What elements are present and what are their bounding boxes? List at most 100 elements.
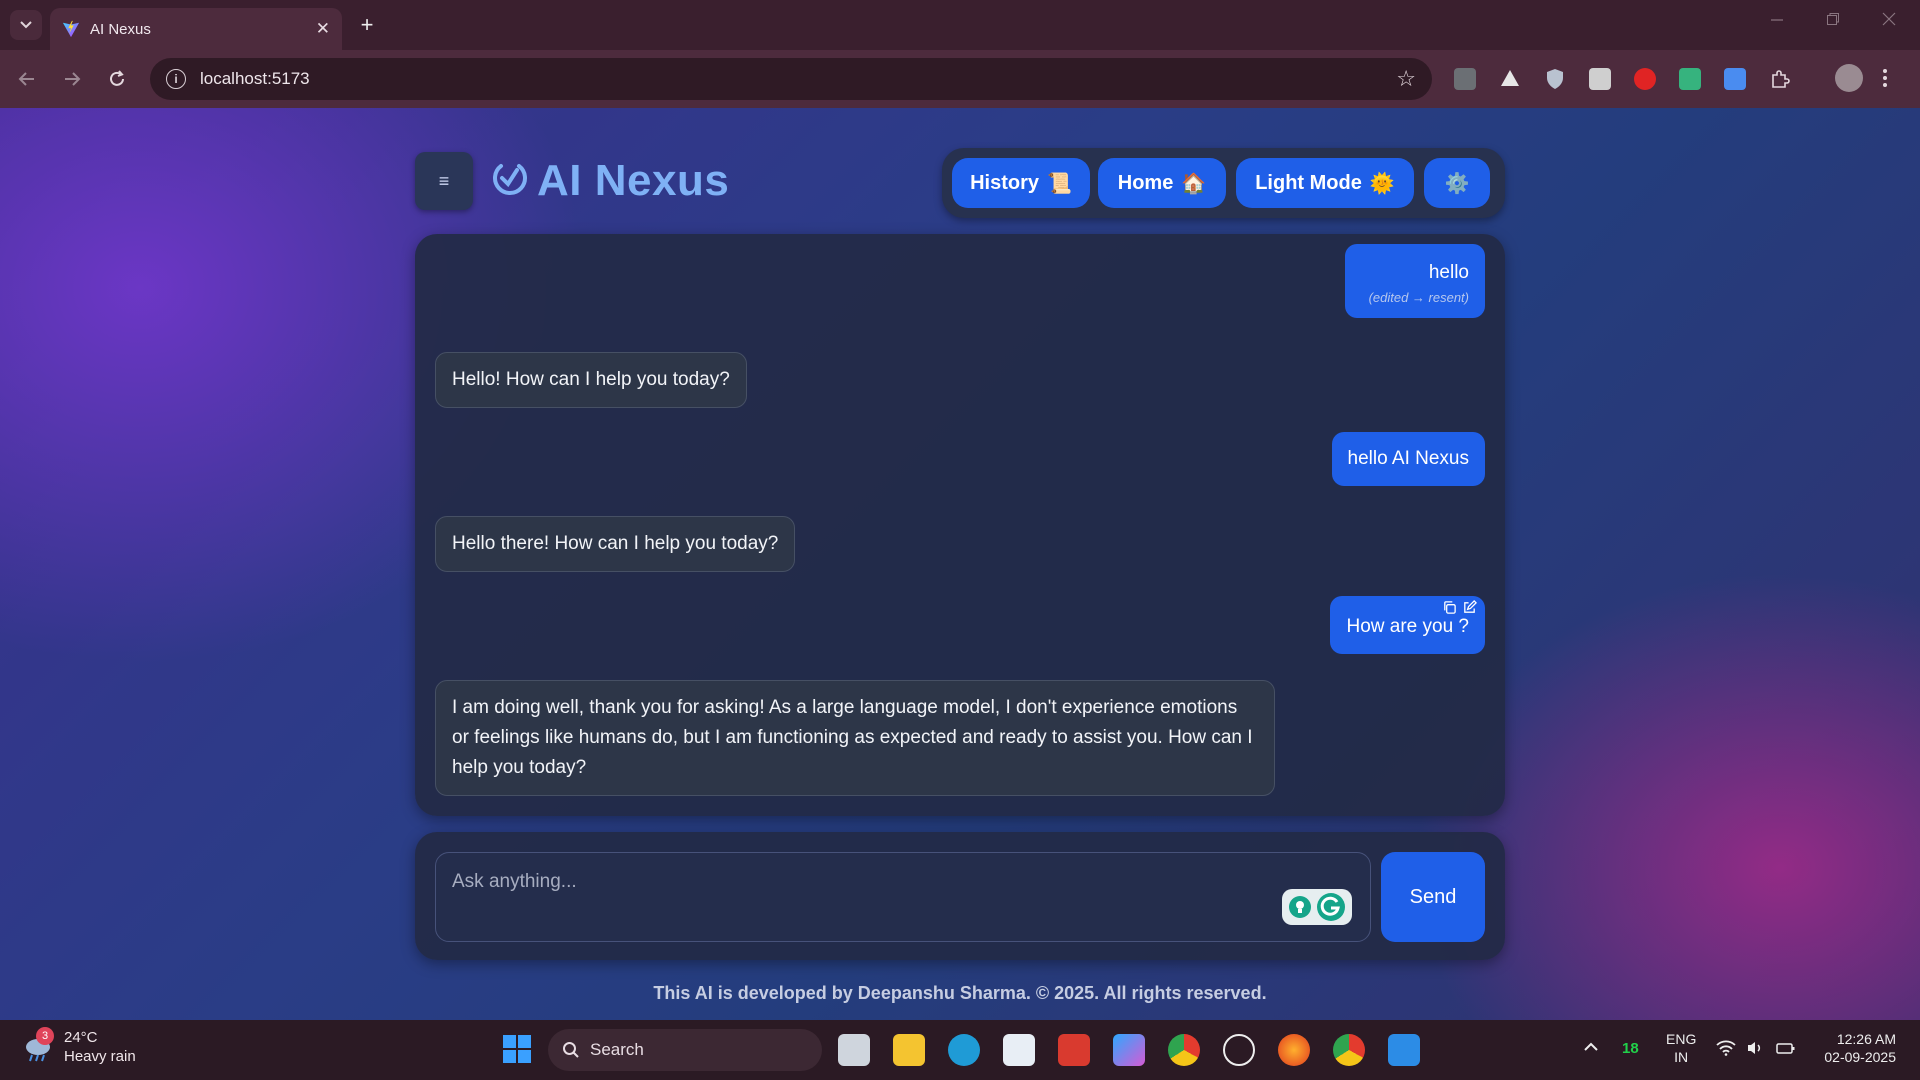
minimize-icon[interactable]	[1770, 12, 1784, 31]
browser-menu-icon[interactable]	[1882, 68, 1892, 90]
windows-start-icon[interactable]	[502, 1034, 534, 1066]
browser-toolbar: i localhost:5173 ☆	[0, 50, 1920, 108]
weather-badge: 3	[36, 1027, 54, 1045]
history-button[interactable]: History 📜	[952, 158, 1090, 208]
chat-panel: hello (edited → resent) Hello! How can I…	[415, 234, 1505, 816]
grammarly-g-icon	[1317, 893, 1345, 921]
message-actions	[1442, 600, 1477, 615]
extension-icon-4[interactable]	[1589, 68, 1611, 90]
extension-green-icon[interactable]	[1679, 68, 1701, 90]
weather-temp: 24°C	[64, 1029, 98, 1046]
tab-close-icon[interactable]: ✕	[316, 19, 330, 39]
weather-description: Heavy rain	[64, 1048, 136, 1065]
home-label: Home	[1117, 171, 1174, 194]
chrome-icon[interactable]	[1168, 1034, 1200, 1066]
reload-icon[interactable]	[102, 64, 132, 94]
scroll-icon: 📜	[1047, 172, 1072, 195]
light-mode-button[interactable]: Light Mode 🌞	[1236, 158, 1414, 208]
address-bar[interactable]: i localhost:5173 ☆	[150, 58, 1432, 100]
chrome-profile-icon[interactable]	[1333, 1034, 1365, 1066]
menu-toggle-button[interactable]: ≡	[415, 152, 473, 210]
task-view-icon[interactable]	[838, 1034, 870, 1066]
tab-title: AI Nexus	[90, 20, 151, 38]
forward-icon[interactable]	[57, 64, 87, 94]
close-window-icon[interactable]	[1882, 12, 1896, 31]
lightbulb-icon	[1289, 896, 1311, 918]
site-info-icon[interactable]: i	[166, 69, 186, 89]
language-top: ENG	[1666, 1031, 1697, 1047]
search-label: Search	[590, 1040, 644, 1059]
grammarly-widget[interactable]	[1282, 889, 1352, 925]
edited-note: (edited → resent)	[1368, 290, 1469, 305]
top-navigation: History 📜 Home 🏠 Light Mode 🌞 ⚙️	[942, 148, 1505, 218]
home-button[interactable]: Home 🏠	[1098, 158, 1226, 208]
bot-message: Hello there! How can I help you today?	[435, 516, 796, 572]
clock-time: 12:26 AM	[1836, 1031, 1896, 1047]
chatgpt-icon[interactable]	[1223, 1034, 1255, 1066]
tab-search-button[interactable]	[10, 10, 42, 40]
house-icon: 🏠	[1181, 172, 1207, 195]
light-mode-label: Light Mode	[1255, 171, 1362, 194]
send-button[interactable]: Send	[1381, 852, 1485, 942]
user-message[interactable]: How are you ?	[1330, 596, 1485, 654]
extension-drive-icon[interactable]	[1499, 68, 1521, 90]
taskbar-search[interactable]: Search	[548, 1029, 822, 1071]
battery-icon[interactable]	[1776, 1040, 1796, 1060]
message-text: hello AI Nexus	[1347, 448, 1469, 469]
gear-icon: ⚙️	[1444, 172, 1470, 195]
extension-blue-icon[interactable]	[1724, 68, 1746, 90]
settings-button[interactable]: ⚙️	[1424, 158, 1490, 208]
edge-icon[interactable]	[948, 1034, 980, 1066]
message-text: How are you ?	[1346, 616, 1469, 637]
extension-shield-icon[interactable]	[1544, 68, 1566, 90]
tray-chevron-icon[interactable]	[1584, 1038, 1598, 1056]
logo-icon	[493, 164, 527, 195]
language-bottom: IN	[1674, 1049, 1689, 1065]
search-icon	[563, 1042, 579, 1058]
user-message[interactable]: hello (edited → resent)	[1345, 244, 1485, 318]
message-text: Hello! How can I help you today?	[452, 369, 730, 390]
edit-icon[interactable]	[1462, 600, 1477, 615]
store-icon[interactable]	[1003, 1034, 1035, 1066]
clock-date: 02-09-2025	[1824, 1049, 1896, 1065]
browser-tab-active[interactable]: AI Nexus ✕	[50, 8, 342, 50]
history-label: History	[970, 171, 1039, 194]
bot-message: I am doing well, thank you for asking! A…	[435, 680, 1275, 796]
wifi-icon[interactable]	[1716, 1040, 1736, 1060]
composer: Send	[415, 832, 1505, 960]
app-header: ≡ AI Nexus History 📜 Home 🏠 Light Mode 🌞…	[415, 148, 1505, 218]
app-page: ≡ AI Nexus History 📜 Home 🏠 Light Mode 🌞…	[0, 108, 1920, 1020]
extension-icon-1[interactable]	[1454, 68, 1476, 90]
windows-taskbar: 3 24°C Heavy rain Search 18 ENG IN 12:26…	[0, 1020, 1920, 1080]
gmail-icon[interactable]	[1058, 1034, 1090, 1066]
firefox-icon[interactable]	[1278, 1034, 1310, 1066]
url-text[interactable]: localhost:5173	[200, 69, 1382, 89]
weather-widget[interactable]: 3 24°C Heavy rain	[22, 1027, 136, 1066]
profile-avatar[interactable]	[1835, 64, 1863, 92]
back-icon[interactable]	[12, 64, 42, 94]
vite-logo-icon	[62, 20, 80, 38]
extensions-puzzle-icon[interactable]	[1769, 68, 1791, 90]
volume-icon[interactable]	[1746, 1040, 1764, 1060]
chat-input[interactable]	[435, 852, 1371, 942]
extension-red-icon[interactable]	[1634, 68, 1656, 90]
user-message[interactable]: hello AI Nexus	[1331, 432, 1485, 486]
copilot-icon[interactable]	[1113, 1034, 1145, 1066]
new-tab-button[interactable]: +	[354, 12, 380, 38]
language-indicator[interactable]: ENG IN	[1666, 1030, 1696, 1066]
message-text: hello	[1428, 262, 1469, 283]
sun-icon: 🌞	[1369, 172, 1395, 195]
app-title: AI Nexus	[537, 156, 730, 205]
restore-icon[interactable]	[1826, 12, 1840, 31]
copy-icon[interactable]	[1442, 600, 1457, 615]
browser-tab-bar: AI Nexus ✕ +	[0, 0, 1920, 50]
rain-cloud-icon: 3	[22, 1027, 54, 1063]
footer-text: This AI is developed by Deepanshu Sharma…	[653, 983, 1267, 1003]
tray-count[interactable]: 18	[1622, 1040, 1639, 1058]
message-text: I am doing well, thank you for asking! A…	[452, 697, 1253, 778]
clock[interactable]: 12:26 AM 02-09-2025	[1816, 1030, 1896, 1066]
file-explorer-icon[interactable]	[893, 1034, 925, 1066]
vscode-icon[interactable]	[1388, 1034, 1420, 1066]
message-text: Hello there! How can I help you today?	[452, 533, 779, 554]
bookmark-star-icon[interactable]: ☆	[1396, 66, 1416, 92]
